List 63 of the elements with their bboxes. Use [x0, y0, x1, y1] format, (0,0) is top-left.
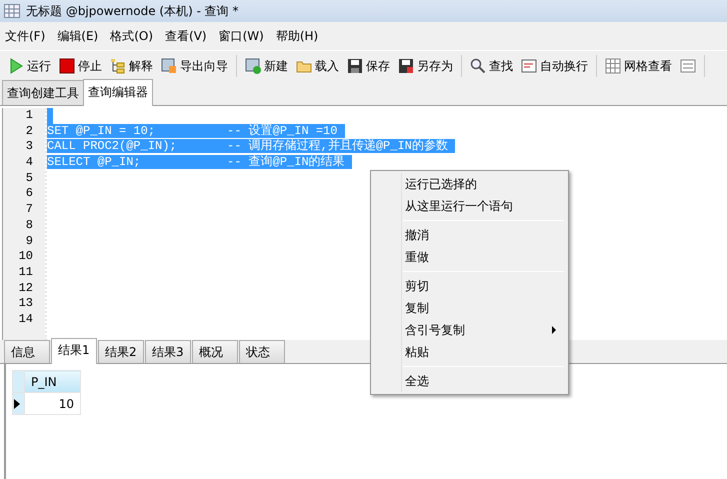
result-tab[interactable]: 结果1	[51, 338, 97, 364]
grid-icon	[605, 58, 621, 74]
toolbar-button[interactable]: 运行	[6, 54, 53, 76]
menu-item[interactable]: 全选	[373, 370, 566, 392]
wrap-icon	[521, 58, 537, 74]
menu-item[interactable]: 重做	[373, 246, 566, 268]
result-tab[interactable]: 信息	[4, 340, 50, 363]
menu-item[interactable]: 窗口(W)	[218, 26, 265, 46]
result-tab[interactable]: 概况	[192, 340, 238, 363]
save-icon	[347, 58, 363, 74]
line-number: 8	[24, 218, 34, 234]
toolbar-button[interactable]: 网格查看	[603, 54, 674, 76]
line-number: 14	[18, 312, 34, 328]
toolbar-button[interactable]: 新建	[243, 54, 290, 76]
toolbar-button[interactable]: 自动换行	[519, 54, 590, 76]
menu-item[interactable]: 运行已选择的	[373, 173, 566, 195]
tab[interactable]: 查询编辑器	[83, 79, 153, 106]
toolbar-button[interactable]: 载入	[294, 54, 341, 76]
menu-item[interactable]: 复制	[373, 297, 566, 319]
toolbar-button[interactable]: 保存	[345, 54, 392, 76]
tree-icon	[110, 58, 126, 74]
column-header[interactable]: P_IN	[24, 370, 80, 392]
line-number: 9	[24, 234, 34, 250]
stop-icon	[59, 58, 75, 74]
table-cell: 10	[24, 392, 80, 414]
line-number: 13	[18, 296, 34, 312]
line-number: 6	[24, 186, 34, 202]
toolbar-button[interactable]: 停止	[57, 54, 104, 76]
toolbar-button[interactable]: 导出向导	[159, 54, 230, 76]
line-number: 5	[24, 170, 34, 186]
line-number: 11	[18, 264, 34, 281]
search-icon	[470, 58, 486, 74]
menu-item[interactable]: 查看(V)	[164, 26, 208, 46]
line-number: 2	[24, 124, 34, 140]
menu-item[interactable]: 从这里运行一个语句	[373, 195, 566, 217]
line-number: 1	[24, 108, 34, 124]
toolbar-button[interactable]: 查找	[468, 54, 515, 76]
menu-item[interactable]: 编辑(E)	[56, 26, 100, 46]
window-title: 无标题 @bjpowernode (本机) - 查询 *	[26, 3, 239, 20]
new-table-icon	[245, 58, 261, 74]
line-number: 10	[18, 249, 34, 265]
app-icon	[4, 4, 20, 18]
line-number: 4	[24, 155, 34, 171]
line-number: 12	[18, 280, 34, 296]
line-number: 7	[24, 202, 34, 218]
toolbar-button[interactable]: 解释	[108, 54, 155, 76]
menu-item[interactable]: 撤消	[373, 224, 566, 246]
menu-item[interactable]: 粘贴	[373, 341, 566, 363]
toolbar-button[interactable]: 另存为	[396, 54, 455, 76]
result-tab[interactable]: 结果3	[145, 340, 191, 363]
menu-item[interactable]: 含引号复制	[373, 319, 566, 341]
export-icon	[161, 58, 177, 74]
menu-item[interactable]: 帮助(H)	[274, 26, 320, 46]
submenu-arrow-icon	[552, 326, 556, 334]
menu-item[interactable]: 文件(F)	[4, 26, 46, 46]
save-as-icon	[398, 58, 414, 74]
menu-item[interactable]: 剪切	[373, 275, 566, 297]
tab[interactable]: 查询创建工具	[2, 80, 84, 105]
result-tab[interactable]: 结果2	[98, 340, 144, 363]
result-tab[interactable]: 状态	[239, 340, 285, 363]
play-icon	[8, 58, 24, 74]
line-number: 3	[24, 139, 34, 156]
menu-item[interactable]: 格式(O)	[109, 26, 154, 46]
